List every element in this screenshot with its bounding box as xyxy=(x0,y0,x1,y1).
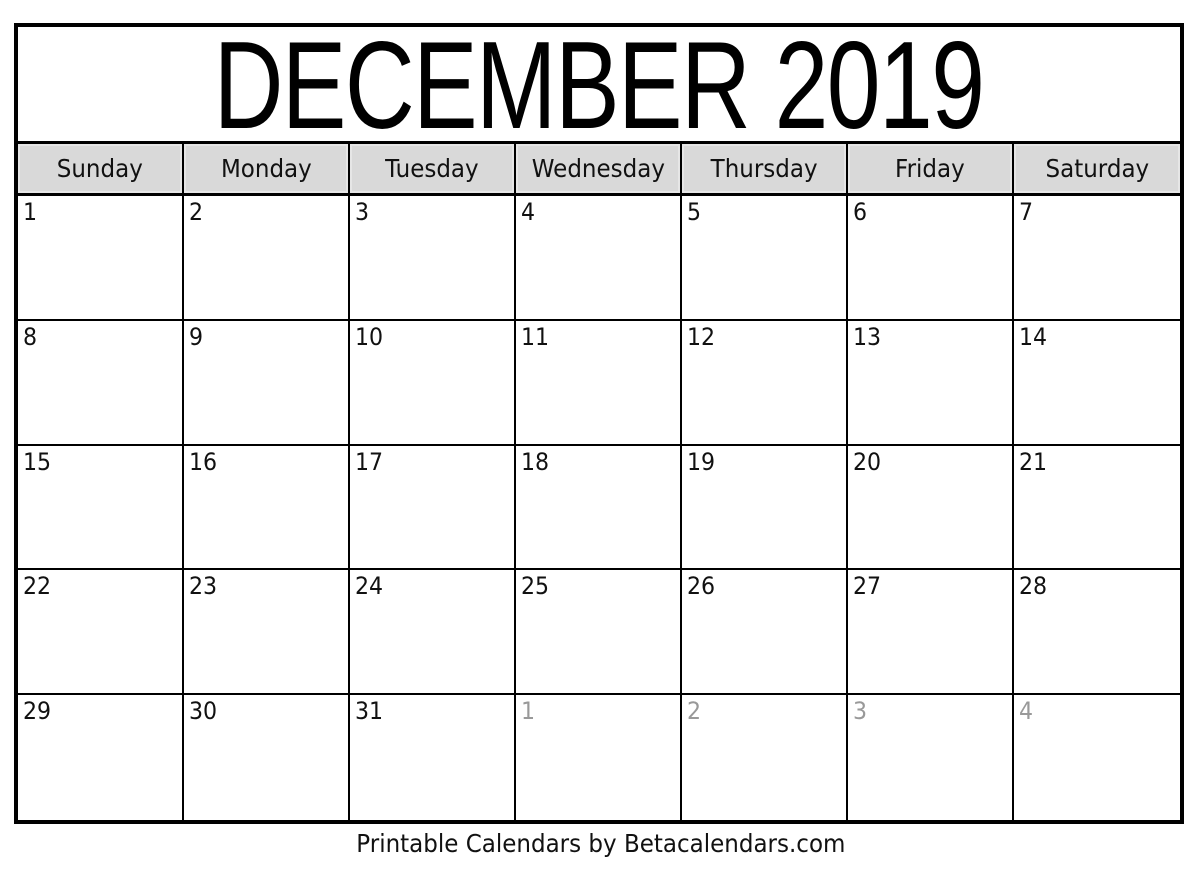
day-cell: 11 xyxy=(516,320,682,446)
day-number-other-month: 3 xyxy=(853,697,868,726)
day-cell: 8 xyxy=(18,320,184,446)
day-number: 22 xyxy=(23,572,52,601)
day-number: 27 xyxy=(853,572,882,601)
day-cell: 12 xyxy=(682,320,848,446)
day-number: 9 xyxy=(189,322,204,351)
day-grid: 1 2 3 4 5 6 7 8 9 10 11 12 13 14 15 16 17 18 19 20 21 22 23 24 2… xyxy=(18,196,1180,820)
weekday-header-sunday: Sunday xyxy=(18,144,184,193)
day-cell: 26 xyxy=(682,570,848,696)
weekday-header-tuesday: Tuesday xyxy=(350,144,516,193)
day-cell: 30 xyxy=(184,695,350,820)
day-number: 28 xyxy=(1019,572,1048,601)
day-cell: 16 xyxy=(184,445,350,571)
day-number: 23 xyxy=(189,572,218,601)
day-number: 19 xyxy=(687,447,716,476)
day-number-other-month: 2 xyxy=(687,697,702,726)
day-cell: 20 xyxy=(848,445,1014,571)
day-number: 31 xyxy=(355,697,384,726)
day-cell: 19 xyxy=(682,445,848,571)
weekday-header-monday: Monday xyxy=(184,144,350,193)
day-cell: 31 xyxy=(350,695,516,820)
day-number: 29 xyxy=(23,697,52,726)
weekday-label: Wednesday xyxy=(531,154,665,183)
day-number-other-month: 1 xyxy=(521,697,536,726)
day-cell: 27 xyxy=(848,570,1014,696)
day-number: 2 xyxy=(189,198,204,226)
weekday-header-wednesday: Wednesday xyxy=(516,144,682,193)
footer-credit: Printable Calendars by Betacalendars.com xyxy=(356,828,846,858)
day-number: 16 xyxy=(189,447,218,476)
day-number: 7 xyxy=(1019,198,1034,226)
day-cell: 3 xyxy=(848,695,1014,820)
day-cell: 21 xyxy=(1014,446,1180,571)
day-number: 30 xyxy=(189,697,218,726)
day-number: 12 xyxy=(687,322,716,351)
calendar-title-bar: DECEMBER 2019 xyxy=(18,27,1180,141)
day-number: 10 xyxy=(355,322,384,351)
day-cell: 9 xyxy=(184,320,350,446)
day-number: 1 xyxy=(23,198,38,226)
day-cell: 23 xyxy=(184,570,350,696)
weekday-label: Sunday xyxy=(56,154,144,183)
day-cell: 28 xyxy=(1014,570,1180,696)
day-number: 14 xyxy=(1019,322,1048,351)
day-cell: 2 xyxy=(184,196,350,321)
day-cell: 13 xyxy=(848,320,1014,446)
weekday-label: Monday xyxy=(220,154,312,183)
day-cell: 29 xyxy=(18,695,184,820)
weekday-header-thursday: Thursday xyxy=(682,144,848,193)
day-number-other-month: 4 xyxy=(1019,697,1034,726)
day-cell: 1 xyxy=(18,196,184,321)
day-number: 15 xyxy=(23,447,52,476)
day-cell: 6 xyxy=(848,196,1014,321)
day-number: 6 xyxy=(853,198,868,226)
weekday-label: Friday xyxy=(895,154,965,183)
day-cell: 24 xyxy=(350,570,516,696)
day-number: 25 xyxy=(521,572,550,601)
weekday-label: Thursday xyxy=(710,154,818,183)
weekday-header-friday: Friday xyxy=(848,144,1014,193)
day-number: 8 xyxy=(23,322,38,351)
day-number: 4 xyxy=(521,198,536,226)
day-number: 11 xyxy=(521,322,550,351)
day-cell: 5 xyxy=(682,196,848,321)
day-cell: 15 xyxy=(18,445,184,571)
calendar-title: DECEMBER 2019 xyxy=(214,27,985,141)
day-cell: 22 xyxy=(18,570,184,696)
day-number: 17 xyxy=(355,447,384,476)
day-number: 24 xyxy=(355,572,384,601)
day-cell: 25 xyxy=(516,570,682,696)
day-cell: 18 xyxy=(516,445,682,571)
day-cell: 10 xyxy=(350,320,516,446)
day-cell: 14 xyxy=(1014,321,1180,446)
day-number: 3 xyxy=(355,198,370,226)
day-number: 20 xyxy=(853,447,882,476)
day-number: 26 xyxy=(687,572,716,601)
day-number: 5 xyxy=(687,198,702,226)
footer: Printable Calendars by Betacalendars.com xyxy=(0,826,1202,860)
day-number: 18 xyxy=(521,447,550,476)
weekday-label: Tuesday xyxy=(385,154,479,183)
day-cell: 2 xyxy=(682,695,848,820)
day-cell: 17 xyxy=(350,445,516,571)
day-number: 21 xyxy=(1019,447,1048,476)
weekday-label: Saturday xyxy=(1045,154,1149,183)
day-cell: 4 xyxy=(1014,695,1180,820)
day-cell: 1 xyxy=(516,695,682,820)
calendar: DECEMBER 2019 Sunday Monday Tuesday Wedn… xyxy=(14,23,1184,824)
day-number: 13 xyxy=(853,322,882,351)
weekday-header-saturday: Saturday xyxy=(1014,144,1180,193)
day-cell: 3 xyxy=(350,196,516,321)
weekday-header-row: Sunday Monday Tuesday Wednesday Thursday… xyxy=(18,141,1180,196)
day-cell: 7 xyxy=(1014,196,1180,321)
day-cell: 4 xyxy=(516,196,682,321)
